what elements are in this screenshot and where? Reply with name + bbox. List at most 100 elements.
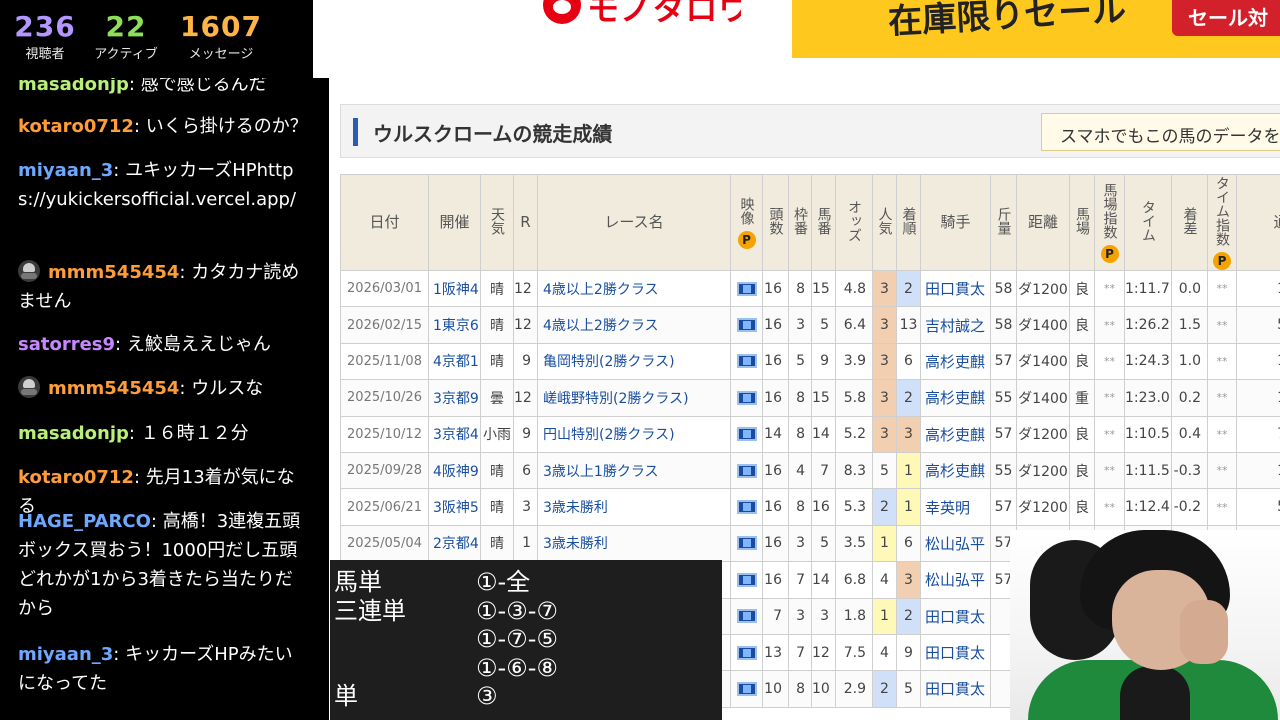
td-waku: 3 [788,524,812,563]
td-race-name[interactable]: 嵯峨野特別(2勝クラス) [537,379,731,417]
td-jockey[interactable]: 高杉吏麒 [920,451,991,490]
column-header-label: 映像 [738,196,755,225]
video-icon[interactable] [736,681,757,696]
chat-username[interactable]: masadonjp [18,423,129,444]
chat-username[interactable]: mmm545454 [48,262,179,283]
td-track-index: ** [1094,415,1125,453]
chat-message: masadonjp: １６時１２分 [18,419,308,448]
td-jockey[interactable]: 田口貫太 [920,670,991,708]
td-video[interactable] [730,633,763,672]
td-jockey[interactable]: 松山弘平 [920,561,991,599]
td-margin: 0.0 [1171,269,1208,308]
td-track: 良 [1069,306,1095,344]
td-odds: 5.8 [835,379,873,417]
td-weight: 55 [990,379,1017,417]
td-race-number: 9 [513,415,538,453]
td-finish: 2 [896,269,921,308]
column-header-label: 開催 [439,213,470,231]
td-jockey[interactable]: 田口貫太 [920,269,991,308]
td-jockey[interactable]: 吉村誠之 [920,306,991,344]
td-venue[interactable]: 4京都1 [428,342,481,381]
video-icon[interactable] [736,427,757,442]
video-icon[interactable] [736,390,757,405]
video-icon[interactable] [736,500,757,515]
td-race-number: 6 [513,451,538,490]
td-venue[interactable]: 1東京6 [428,306,481,344]
td-race-name[interactable]: 3歳未勝利 [537,524,731,563]
td-jockey[interactable]: 田口貫太 [920,633,991,672]
message-count-label: メッセージ [188,47,254,62]
td-jockey[interactable]: 高杉吏麒 [920,415,991,453]
chat-username[interactable]: miyaan_3 [18,644,113,665]
td-video[interactable] [730,561,763,599]
chat-message: kotaro0712: いくら掛けるのか？ [18,112,308,141]
td-video[interactable] [730,269,763,308]
td-race-name[interactable]: 3歳未勝利 [537,488,731,526]
td-race-name[interactable]: 4歳以上2勝クラス [537,306,731,344]
td-video[interactable] [730,670,763,708]
td-waku: 8 [788,488,812,526]
chat-username[interactable]: kotaro0712 [18,467,134,488]
video-icon[interactable] [736,281,757,296]
td-time: 1:23.0 [1124,379,1172,417]
chat-username[interactable]: miyaan_3 [18,160,113,181]
chat-separator: : [133,116,146,137]
td-video[interactable] [730,451,763,490]
video-icon[interactable] [736,536,757,551]
td-video[interactable] [730,488,763,526]
td-popularity: 3 [872,306,897,344]
td-venue[interactable]: 3京都9 [428,379,481,417]
chat-username[interactable]: satorres9 [18,334,115,355]
chat-username[interactable]: kotaro0712 [18,116,134,137]
td-video[interactable] [730,524,763,563]
bet-combination: ①-⑦-⑤ [476,625,558,653]
column-header-label: 着差 [1181,206,1198,235]
td-weight: 58 [990,306,1017,344]
smartphone-promo-button[interactable]: スマホでもこの馬のデータを チ [1041,113,1280,151]
td-umaban: 5 [811,524,836,563]
chat-text: １６時１２分 [140,423,249,444]
td-venue[interactable]: 3京都4 [428,415,481,453]
video-icon[interactable] [736,645,757,660]
td-jockey[interactable]: 松山弘平 [920,524,991,563]
td-venue[interactable]: 4阪神9 [428,451,481,490]
td-race-name[interactable]: 3歳以上1勝クラス [537,451,731,490]
td-margin: 1.0 [1171,342,1208,381]
td-video[interactable] [730,415,763,453]
chat-username[interactable]: masadonjp [18,78,129,95]
td-video[interactable] [730,306,763,344]
td-venue[interactable]: 2京都4 [428,524,481,563]
td-odds: 6.8 [835,561,873,599]
td-video[interactable] [730,342,763,381]
sale-banner[interactable]: 在庫限りセール セール対 [792,0,1280,58]
td-race-name[interactable]: 4歳以上2勝クラス [537,269,731,308]
td-time-index: ** [1207,415,1237,453]
video-icon[interactable] [736,354,757,369]
monotaro-logo[interactable]: モノタロウ [543,0,741,26]
td-jockey[interactable]: 幸英明 [920,488,991,526]
chat-username[interactable]: HAGE_PARCO [18,511,151,532]
td-jockey[interactable]: 高杉吏麒 [920,379,991,417]
td-jockey[interactable]: 田口貫太 [920,597,991,635]
td-jockey[interactable]: 高杉吏麒 [920,342,991,381]
td-heads: 16 [762,451,789,490]
chat-username[interactable]: mmm545454 [48,378,179,399]
user-avatar-icon [18,260,40,282]
banner-sale-button[interactable]: セール対 [1172,0,1280,36]
td-race-name[interactable]: 亀岡特別(2勝クラス) [537,342,731,381]
video-icon[interactable] [736,318,757,333]
video-icon[interactable] [736,572,757,587]
chat-text: 感で感じるんだ [140,78,267,95]
td-date: 2025/06/21 [340,488,429,526]
td-venue[interactable]: 1阪神4 [428,269,481,308]
td-video[interactable] [730,379,763,417]
td-umaban: 14 [811,561,836,599]
td-venue[interactable]: 3阪神5 [428,488,481,526]
td-race-name[interactable]: 円山特別(2勝クラス) [537,415,731,453]
td-video[interactable] [730,597,763,635]
chat-panel[interactable]: masadonjp: 感で感じるんだ kotaro0712: いくら掛けるのか？ m… [0,78,329,720]
td-heads: 16 [762,269,789,308]
video-icon[interactable] [736,463,757,478]
chat-separator: : [113,160,126,181]
video-icon[interactable] [736,609,757,624]
